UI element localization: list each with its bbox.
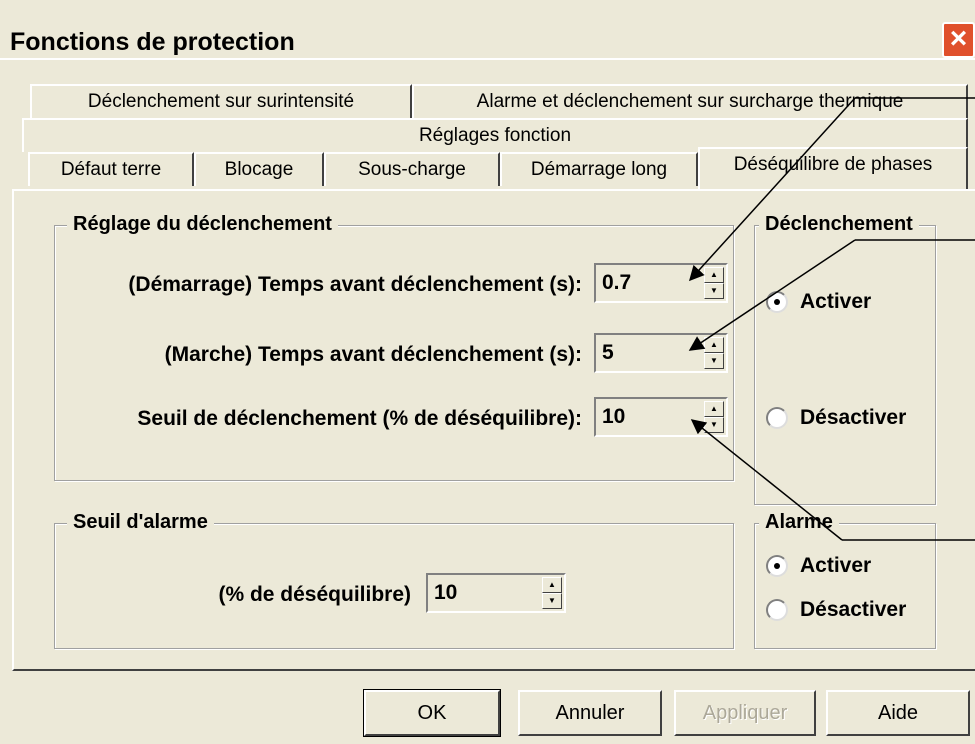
trip-enable-label[interactable]: Activer [800,290,871,314]
window-title: Fonctions de protection [10,28,295,56]
tab-demarrage-long[interactable]: Démarrage long [500,152,698,186]
trip-enable-radio[interactable] [766,291,788,313]
start-delay-label: (Démarrage) Temps avant déclenchement (s… [128,273,582,296]
trip-threshold-value: 10 [602,405,626,428]
tab-desequilibre-phases[interactable]: Déséquilibre de phases [698,147,968,189]
tab-blocage[interactable]: Blocage [194,152,324,186]
start-delay-spinner[interactable]: 0.7 ▲ ▼ [594,263,728,303]
trip-threshold-label: Seuil de déclenchement (% de déséquilibr… [137,407,582,430]
tab-panel: Réglage du déclenchement (Démarrage) Tem… [12,189,975,671]
alarm-threshold-spinner[interactable]: 10 ▲ ▼ [426,573,566,613]
spin-up-icon[interactable]: ▲ [704,267,724,283]
tab-defaut-terre[interactable]: Défaut terre [28,152,194,186]
title-bar: Fonctions de protection × [0,0,975,60]
trip-enable-group: Déclenchement [754,213,936,505]
spin-up-icon[interactable]: ▲ [704,337,724,353]
alarm-enable-title: Alarme [759,511,839,534]
trip-enable-title: Déclenchement [759,213,919,236]
alarm-disable-label[interactable]: Désactiver [800,598,906,622]
alarm-threshold-title: Seuil d'alarme [67,511,214,534]
trip-settings-title: Réglage du déclenchement [67,213,338,236]
apply-button: Appliquer [674,690,816,736]
spin-up-icon[interactable]: ▲ [542,577,562,593]
run-delay-value: 5 [602,341,614,364]
spin-down-icon[interactable]: ▼ [542,593,562,609]
start-delay-value: 0.7 [602,271,632,294]
run-delay-spinner[interactable]: 5 ▲ ▼ [594,333,728,373]
trip-disable-label[interactable]: Désactiver [800,406,906,430]
help-button[interactable]: Aide [826,690,970,736]
close-button[interactable]: × [942,22,975,58]
alarm-enable-label[interactable]: Activer [800,554,871,578]
tab-surcharge-thermique[interactable]: Alarme et déclenchement sur surcharge th… [412,84,968,118]
spin-down-icon[interactable]: ▼ [704,353,724,369]
alarm-threshold-label: (% de déséquilibre) [218,583,411,606]
spin-up-icon[interactable]: ▲ [704,401,724,417]
alarm-disable-radio[interactable] [766,599,788,621]
spin-down-icon[interactable]: ▼ [704,417,724,433]
trip-disable-radio[interactable] [766,407,788,429]
run-delay-label: (Marche) Temps avant déclenchement (s): [164,343,582,366]
ok-button[interactable]: OK [363,689,501,737]
tab-surintensite[interactable]: Déclenchement sur surintensité [30,84,412,118]
close-icon: × [949,22,968,55]
alarm-enable-radio[interactable] [766,555,788,577]
alarm-threshold-value: 10 [434,581,458,604]
tab-sous-charge[interactable]: Sous-charge [324,152,500,186]
trip-threshold-spinner[interactable]: 10 ▲ ▼ [594,397,728,437]
cancel-button[interactable]: Annuler [518,690,662,736]
spin-down-icon[interactable]: ▼ [704,283,724,299]
alarm-enable-group: Alarme [754,511,936,649]
